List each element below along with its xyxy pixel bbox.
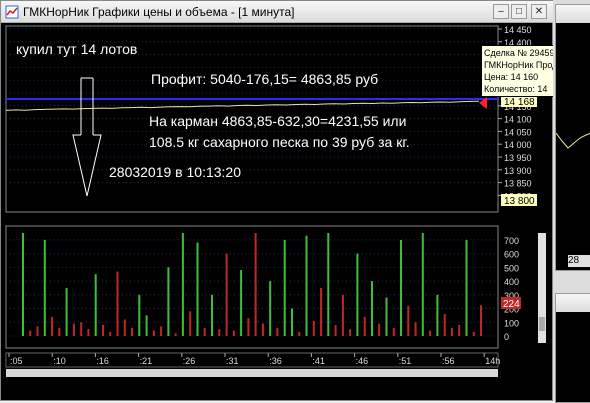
time-tick-label: :10 bbox=[53, 356, 66, 366]
volume-tick-label: 700 bbox=[504, 236, 519, 246]
side-value: 28 bbox=[568, 255, 590, 267]
time-tick-label: :26 bbox=[183, 356, 196, 366]
time-tick-label: :36 bbox=[269, 356, 282, 366]
volume-axis: 7006005004003002001000 bbox=[504, 236, 519, 342]
tooltip-name: ГМКНорНик Продажа bbox=[484, 60, 554, 70]
side-window-top-titlebar[interactable] bbox=[556, 5, 590, 23]
title-bar[interactable]: ГМКНорНик Графики цены и объема - [1 мин… bbox=[1, 1, 554, 23]
datetime-note: 28032019 в 10:13:20 bbox=[109, 164, 242, 180]
time-axis-bar bbox=[5, 352, 499, 368]
tooltip-price: Цена: 14 160 bbox=[484, 72, 539, 82]
minimize-button[interactable]: – bbox=[493, 4, 509, 19]
volume-tick-label: 500 bbox=[504, 263, 519, 273]
close-button[interactable]: ✕ bbox=[531, 4, 547, 19]
price-tick-label: 14 450 bbox=[504, 25, 532, 35]
time-tick-label: 14h bbox=[485, 356, 500, 366]
horizontal-scrollbar[interactable] bbox=[6, 369, 498, 377]
time-tick-label: :51 bbox=[399, 356, 412, 366]
time-tick-label: :16 bbox=[96, 356, 109, 366]
window-title: ГМКНорНик Графики цены и объема - [1 мин… bbox=[23, 5, 295, 19]
price-tick-label: 14 000 bbox=[504, 140, 532, 150]
volume-scrollbar-thumb[interactable] bbox=[539, 317, 545, 331]
maximize-button[interactable]: □ bbox=[511, 4, 527, 19]
chart-window: ГМКНорНик Графики цены и объема - [1 мин… bbox=[0, 0, 554, 401]
volume-tick-label: 0 bbox=[504, 332, 509, 342]
trade-tooltip: Сделка № 2945955048 ГМКНорНик Продажа Це… bbox=[481, 45, 557, 97]
time-tick-label: :56 bbox=[442, 356, 455, 366]
app-icon bbox=[5, 5, 19, 19]
price-tick-label: 13 950 bbox=[504, 153, 532, 163]
side-window-top[interactable]: 28 bbox=[555, 4, 590, 271]
volume-tick-label: 600 bbox=[504, 250, 519, 260]
time-tick-label: :05 bbox=[10, 356, 23, 366]
side-window-bottom[interactable] bbox=[555, 293, 590, 403]
side-window-bottom-titlebar[interactable] bbox=[556, 294, 590, 312]
pocket-note-line1: На карман 4863,85-632,30=4231,55 или bbox=[149, 113, 407, 129]
price-tick-label: 13 900 bbox=[504, 166, 532, 176]
last-price-label: 13 800 bbox=[504, 196, 535, 207]
price-tick-label: 13 850 bbox=[504, 179, 532, 189]
tooltip-qty: Количество: 14 bbox=[484, 84, 548, 94]
current-volume-label: 224 bbox=[503, 299, 520, 310]
tooltip-deal: Сделка № 2945955048 bbox=[484, 48, 554, 58]
price-tick-label: 14 050 bbox=[504, 127, 532, 137]
time-tick-label: :41 bbox=[312, 356, 325, 366]
pocket-note-line2: 108.5 кг сахарного песка по 39 руб за кг… bbox=[149, 134, 410, 150]
current-price-label: 14 168 bbox=[504, 97, 535, 108]
side-chart-top bbox=[556, 132, 590, 149]
time-tick-label: :46 bbox=[356, 356, 369, 366]
time-tick-label: :31 bbox=[226, 356, 239, 366]
time-tick-label: :21 bbox=[140, 356, 153, 366]
volume-tick-label: 400 bbox=[504, 277, 519, 287]
volume-tick-label: 100 bbox=[504, 318, 519, 328]
right-side-windows: 28 bbox=[553, 0, 590, 403]
volume-pane bbox=[5, 225, 499, 349]
profit-note: Профит: 5040-176,15= 4863,85 руб bbox=[151, 71, 379, 87]
price-tick-label: 14 100 bbox=[504, 115, 532, 125]
bought-note: купил тут 14 лотов bbox=[16, 41, 138, 57]
